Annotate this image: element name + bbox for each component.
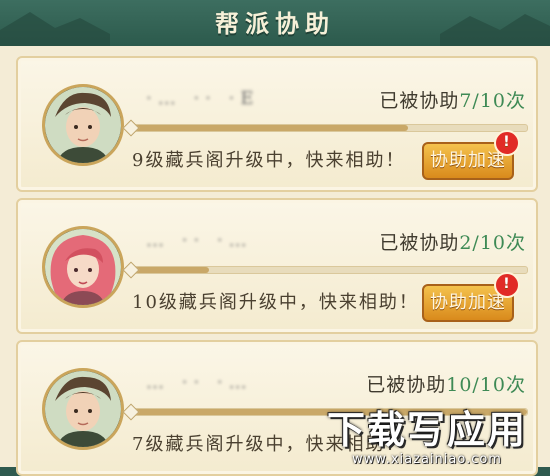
- assist-speedup-label: 协助加速: [430, 150, 506, 171]
- assist-label: 已被协助: [379, 90, 460, 112]
- assist-speedup-button[interactable]: 协助加速 !: [422, 272, 520, 322]
- site-watermark: 下载写应用 www.xiazainiao.com: [312, 399, 542, 467]
- alert-badge-icon: !: [494, 272, 520, 298]
- assist-count: 2/10次: [459, 232, 526, 254]
- progress-fill: [129, 125, 408, 131]
- avatar: [42, 368, 124, 450]
- female-character-portrait: [45, 229, 121, 305]
- header-bar: 帮派协助: [0, 0, 550, 46]
- assist-card: … ·· ·… 已被协助2/10次 10级藏兵阁升级中，快来相助！ 协助加速 !: [16, 198, 538, 334]
- progress-fill: [129, 267, 209, 273]
- assist-count: 10/10次: [446, 374, 526, 396]
- player-name: … ·· ·…: [146, 372, 253, 393]
- progress-bar: [122, 119, 528, 137]
- assist-status: 已被协助10/10次: [366, 370, 526, 397]
- avatar: [42, 84, 124, 166]
- watermark-url: www.xiazainiao.com: [352, 452, 502, 467]
- assist-label: 已被协助: [379, 232, 460, 254]
- progress-bar: [122, 261, 528, 279]
- assist-list-panel[interactable]: ·… ·· ·E 已被协助7/10次 9级藏兵阁升级中，快来相助！ 协助加速 !: [0, 46, 550, 476]
- page-title: 帮派协助: [215, 9, 335, 38]
- assist-status: 已被协助2/10次: [379, 228, 526, 255]
- male-character-portrait: [45, 87, 121, 163]
- progress-knob: [122, 261, 140, 279]
- progress-knob: [122, 403, 140, 421]
- assist-speedup-button[interactable]: 协助加速 !: [422, 130, 520, 180]
- assist-speedup-label: 协助加速: [430, 292, 506, 313]
- player-name: … ·· ·…: [146, 230, 253, 251]
- assist-label: 已被协助: [366, 374, 447, 396]
- male-character-portrait: [45, 371, 121, 447]
- avatar: [42, 226, 124, 308]
- upgrade-message: 9级藏兵阁升级中，快来相助！: [132, 150, 406, 171]
- player-name: ·… ·· ·E: [146, 88, 260, 109]
- watermark-logo-text: 下载写应用: [326, 408, 527, 452]
- alert-badge-icon: !: [494, 130, 520, 156]
- assist-status: 已被协助7/10次: [379, 86, 526, 113]
- upgrade-message: 10级藏兵阁升级中，快来相助！: [132, 292, 419, 313]
- assist-count: 7/10次: [459, 90, 526, 112]
- assist-card: ·… ·· ·E 已被协助7/10次 9级藏兵阁升级中，快来相助！ 协助加速 !: [16, 56, 538, 192]
- progress-knob: [122, 119, 140, 137]
